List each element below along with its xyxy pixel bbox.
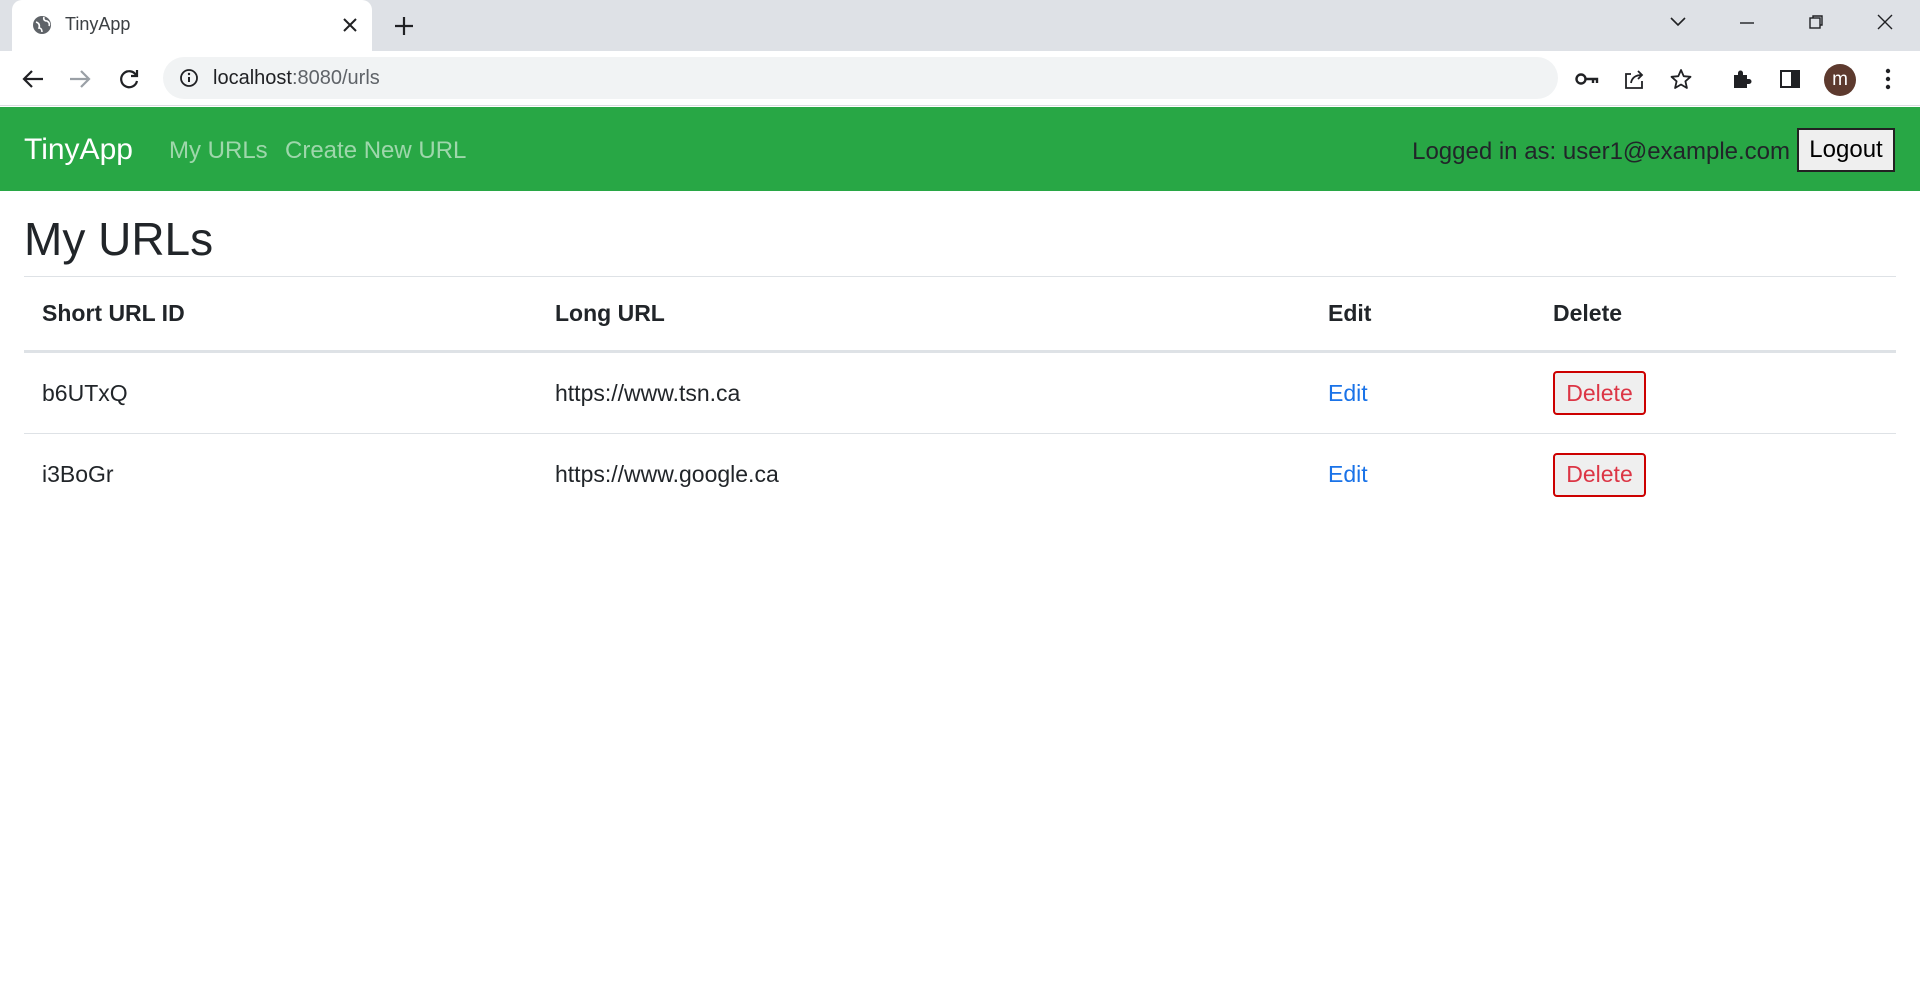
nav-link-my-urls[interactable]: My URLs xyxy=(169,137,268,165)
edit-link[interactable]: Edit xyxy=(1328,380,1368,406)
tab-strip: TinyApp xyxy=(0,0,1920,51)
short-url-id: b6UTxQ xyxy=(24,351,537,434)
reload-icon[interactable] xyxy=(114,64,144,94)
minimize-icon[interactable] xyxy=(1727,8,1767,36)
brand-link[interactable]: TinyApp xyxy=(24,133,133,167)
back-icon[interactable] xyxy=(18,64,48,94)
forward-icon[interactable] xyxy=(65,64,95,94)
header-long-url: Long URL xyxy=(537,276,1310,353)
plus-icon[interactable] xyxy=(390,12,418,40)
star-icon[interactable] xyxy=(1669,67,1693,91)
globe-icon xyxy=(32,15,52,35)
key-icon[interactable] xyxy=(1575,67,1599,91)
info-icon[interactable] xyxy=(179,68,199,88)
window-close-icon[interactable] xyxy=(1865,8,1905,36)
table-row: b6UTxQ https://www.tsn.ca Edit Delete xyxy=(24,351,1896,434)
close-icon[interactable] xyxy=(338,13,362,37)
logout-button[interactable]: Logout xyxy=(1797,128,1895,172)
table-row: i3BoGr https://www.google.ca Edit Delete xyxy=(24,434,1896,516)
sidepanel-icon[interactable] xyxy=(1777,66,1803,92)
urls-table: Short URL ID Long URL Edit Delete b6UTxQ… xyxy=(24,276,1896,516)
puzzle-icon[interactable] xyxy=(1729,66,1755,92)
long-url: https://www.tsn.ca xyxy=(537,351,1310,434)
browser-tab[interactable]: TinyApp xyxy=(12,0,372,51)
address-bar[interactable]: localhost:8080/urls xyxy=(163,57,1692,99)
header-delete: Delete xyxy=(1535,276,1896,353)
url-host: localhost xyxy=(213,67,292,89)
tab-title: TinyApp xyxy=(65,14,131,34)
browser-toolbar: localhost:8080/urls m xyxy=(0,51,1920,106)
kebab-menu-icon[interactable] xyxy=(1875,66,1901,92)
nav-link-create-new-url[interactable]: Create New URL xyxy=(285,137,466,165)
avatar-letter: m xyxy=(1832,69,1848,90)
page-title: My URLs xyxy=(24,213,214,265)
app-navbar: TinyApp My URLs Create New URL Logged in… xyxy=(0,107,1920,191)
edit-link[interactable]: Edit xyxy=(1328,461,1368,487)
url-text[interactable]: localhost:8080/urls xyxy=(213,67,380,90)
avatar[interactable]: m xyxy=(1824,64,1856,96)
logged-in-status: Logged in as: user1@example.com xyxy=(1412,138,1790,165)
restore-icon[interactable] xyxy=(1796,8,1836,36)
chevron-down-icon[interactable] xyxy=(1658,8,1698,36)
delete-button[interactable]: Delete xyxy=(1553,371,1646,415)
header-edit: Edit xyxy=(1310,276,1535,353)
long-url: https://www.google.ca xyxy=(555,461,779,488)
share-icon[interactable] xyxy=(1622,67,1646,91)
url-path: :8080/urls xyxy=(291,67,380,89)
table-header-row: Short URL ID Long URL Edit Delete xyxy=(24,276,1896,353)
header-short-url-id: Short URL ID xyxy=(24,276,537,353)
delete-button[interactable]: Delete xyxy=(1553,452,1646,497)
short-url-id: i3BoGr xyxy=(42,461,114,488)
